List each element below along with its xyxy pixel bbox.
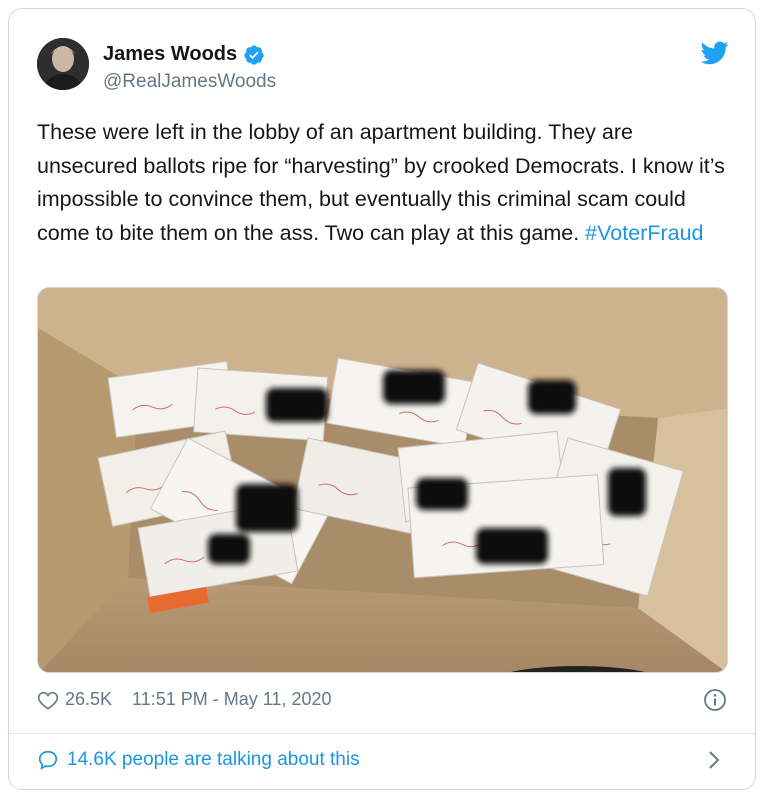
divider <box>9 733 755 734</box>
speech-bubble-icon <box>38 750 58 770</box>
tweet-meta: 26.5K 11:51 PM - May 11, 2020 <box>37 689 332 710</box>
twitter-bird-icon[interactable] <box>701 41 729 65</box>
author-name[interactable]: James Woods <box>103 43 237 66</box>
avatar[interactable] <box>37 38 89 90</box>
timestamp[interactable]: 11:51 PM - May 11, 2020 <box>132 689 331 710</box>
conversation-text[interactable]: 14.6K people are talking about this <box>67 749 360 771</box>
heart-icon[interactable] <box>37 690 59 710</box>
tweet-text: These were left in the lobby of an apart… <box>37 116 737 250</box>
tweet-photo[interactable] <box>37 287 728 673</box>
info-icon[interactable] <box>703 688 727 712</box>
like-count[interactable]: 26.5K <box>65 689 112 710</box>
author-handle[interactable]: @RealJamesWoods <box>103 71 276 93</box>
conversation-link[interactable]: 14.6K people are talking about this <box>37 749 360 771</box>
tweet-card[interactable]: James Woods @RealJamesWoods These were l… <box>8 8 756 790</box>
verified-badge-icon <box>244 44 264 65</box>
chevron-right-icon[interactable] <box>705 749 723 771</box>
author-row: James Woods <box>103 43 265 66</box>
hashtag-link[interactable]: #VoterFraud <box>585 221 703 245</box>
